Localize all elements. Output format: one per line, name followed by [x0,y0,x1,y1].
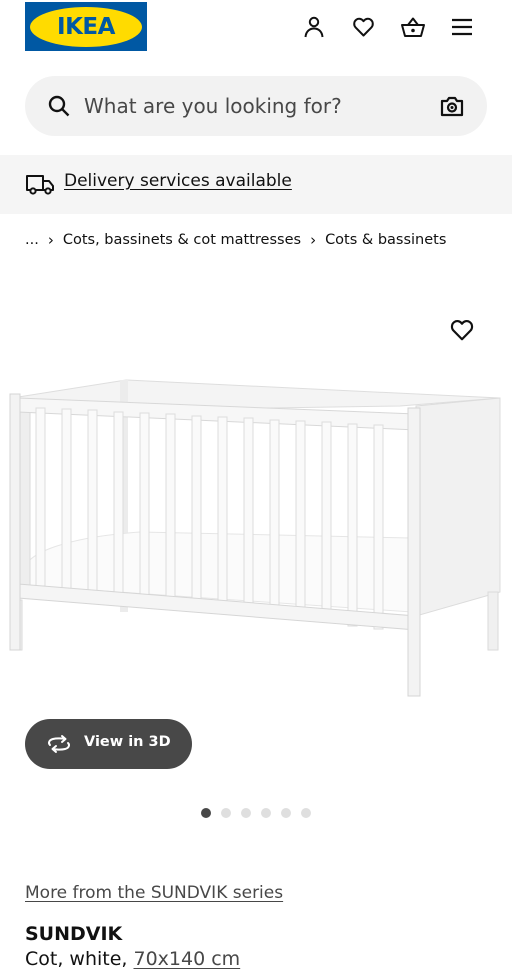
breadcrumb-item-cots-bassinets[interactable]: Cots & bassinets [325,232,446,248]
site-header: IKEA [0,0,512,58]
view-in-3d-button[interactable]: View in 3D [25,719,192,769]
heart-icon[interactable] [348,12,378,42]
delivery-banner: Delivery services available [0,155,512,214]
logo-text: IKEA [57,13,115,40]
product-name: SUNDVIK [25,923,123,945]
breadcrumb-item-cots-bassinets-mattresses[interactable]: Cots, bassinets & cot mattresses [63,232,301,248]
rotate-3d-icon [48,735,70,753]
truck-icon [26,175,54,195]
product-size-link[interactable]: 70x140 cm [134,948,241,970]
carousel-dot-2[interactable] [221,808,231,818]
product-description: Cot, white, 70x140 cm [25,948,240,970]
menu-icon[interactable] [447,12,477,42]
ikea-logo[interactable]: IKEA [25,2,147,51]
carousel-dot-1[interactable] [201,808,211,818]
carousel-dot-3[interactable] [241,808,251,818]
breadcrumb-separator: › [47,231,54,249]
add-to-favourites-heart-icon[interactable] [449,317,475,343]
search-bar[interactable] [25,76,487,136]
carousel-dot-6[interactable] [301,808,311,818]
series-link[interactable]: More from the SUNDVIK series [25,883,283,903]
person-icon[interactable] [299,12,329,42]
search-icon[interactable] [47,94,71,118]
carousel-dot-5[interactable] [281,808,291,818]
camera-search-icon[interactable] [439,93,465,119]
logo-oval: IKEA [30,6,142,47]
basket-icon[interactable] [398,12,428,42]
search-input[interactable] [84,90,424,122]
breadcrumb-ellipsis[interactable]: ... [25,232,39,248]
view-in-3d-label: View in 3D [84,734,171,750]
product-type-text: Cot, white, [25,948,134,970]
product-image-cot[interactable] [0,372,512,712]
breadcrumb-separator: › [310,231,317,249]
image-carousel-dots [201,808,311,818]
delivery-services-link[interactable]: Delivery services available [64,171,292,191]
breadcrumb: ... › Cots, bassinets & cot mattresses ›… [25,229,446,251]
carousel-dot-4[interactable] [261,808,271,818]
